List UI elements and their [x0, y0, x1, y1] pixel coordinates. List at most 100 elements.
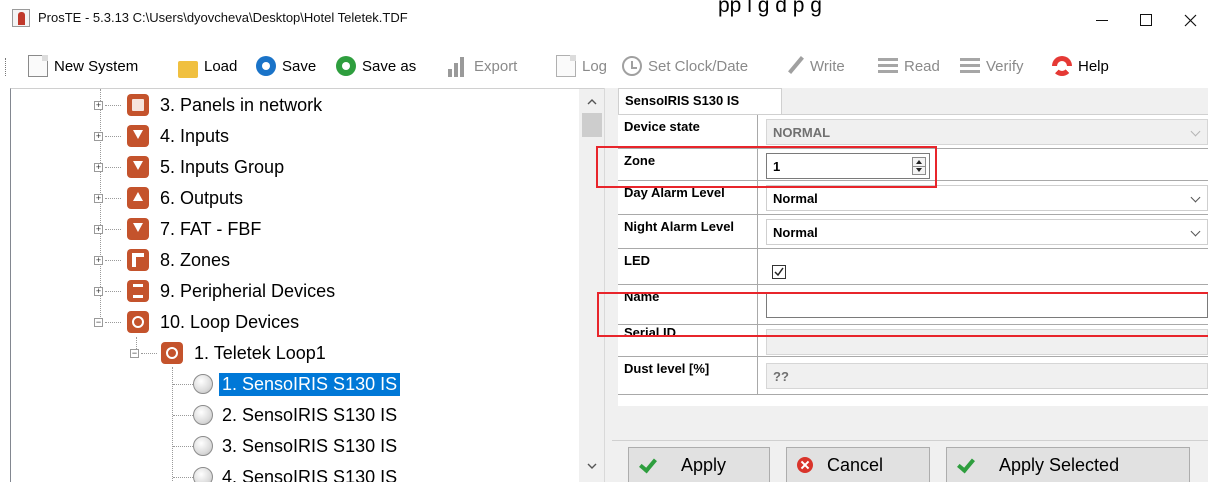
expand-icon[interactable]: + — [94, 101, 103, 110]
property-row-device-state: Device state NORMAL — [618, 115, 1208, 149]
scroll-thumb[interactable] — [582, 113, 602, 137]
tree-node-inputs-group[interactable]: + 5. Inputs Group — [93, 152, 287, 182]
tree-node-label: 3. Panels in network — [160, 94, 323, 115]
tree-node-label: 3. SensoIRIS S130 IS — [222, 435, 398, 456]
property-row-dust-level: Dust level [%] ?? — [618, 357, 1208, 395]
device-state-value: NORMAL — [773, 124, 831, 140]
overlay-annotation-text: pp l g d p g — [718, 0, 822, 17]
property-name: Device state — [618, 115, 758, 148]
new-document-icon — [28, 55, 48, 77]
verify-icon — [960, 55, 980, 77]
day-alarm-level-value: Normal — [773, 190, 818, 206]
new-system-label: New System — [54, 57, 139, 75]
close-icon — [1184, 14, 1196, 26]
cancel-button[interactable]: Cancel — [786, 447, 930, 482]
tree-connector — [105, 260, 121, 261]
tab-device-properties[interactable]: SensoIRIS S130 IS — [618, 88, 782, 114]
loop-icon — [161, 342, 183, 364]
save-button[interactable]: Save — [256, 52, 316, 80]
verify-button[interactable]: Verify — [960, 52, 1024, 80]
help-button[interactable]: Help — [1052, 52, 1109, 80]
expand-icon[interactable]: + — [94, 163, 103, 172]
tree-node-inputs[interactable]: + 4. Inputs — [93, 121, 232, 151]
outputs-icon — [127, 187, 149, 209]
tree-node-teletek-loop1[interactable]: − 1. Teletek Loop1 — [129, 338, 329, 368]
apply-button[interactable]: Apply — [628, 447, 770, 482]
checkmark-icon — [957, 456, 975, 474]
maximize-icon — [1140, 14, 1152, 26]
save-as-button[interactable]: Save as — [336, 52, 416, 80]
expand-icon[interactable]: + — [94, 194, 103, 203]
tree-connector — [173, 384, 193, 385]
pen-icon — [786, 55, 804, 77]
read-label: Read — [904, 57, 940, 75]
save-as-label: Save as — [362, 57, 417, 75]
collapse-icon[interactable]: − — [94, 318, 103, 327]
expand-icon[interactable]: + — [94, 225, 103, 234]
chevron-down-icon — [1190, 192, 1201, 203]
night-alarm-level-select[interactable]: Normal — [766, 219, 1208, 245]
inputs-icon — [127, 125, 149, 147]
window-title: ProsTE - 5.3.13 C:\Users\dyovcheva\Deskt… — [38, 10, 408, 25]
tree-node-zones[interactable]: + 8. Zones — [93, 245, 233, 275]
tree-node-label: 6. Outputs — [160, 187, 244, 208]
tree-connector — [105, 198, 121, 199]
apply-selected-button[interactable]: Apply Selected — [946, 447, 1190, 482]
tree-node-device-2[interactable]: 2. SensoIRIS S130 IS — [173, 400, 400, 430]
load-button[interactable]: Load — [178, 52, 237, 80]
tree-node-loop-devices[interactable]: − 10. Loop Devices — [93, 307, 302, 337]
dust-level-value: ?? — [773, 368, 789, 384]
tree-connector — [173, 446, 193, 447]
property-row-led: LED — [618, 249, 1208, 285]
property-name: Dust level [%] — [618, 357, 758, 394]
log-button[interactable]: Log — [556, 52, 607, 80]
tree-connector — [105, 291, 121, 292]
apply-label: Apply — [681, 454, 727, 475]
tree-connector — [173, 477, 193, 478]
lifebuoy-icon — [1052, 56, 1072, 76]
collapse-icon[interactable]: − — [130, 349, 139, 358]
read-button[interactable]: Read — [878, 52, 940, 80]
tree-connector — [105, 229, 121, 230]
expand-icon[interactable]: + — [94, 132, 103, 141]
expand-icon[interactable]: + — [94, 287, 103, 296]
scroll-up-icon[interactable] — [587, 97, 597, 107]
tree-connector — [105, 136, 121, 137]
toolbar-grip[interactable] — [5, 58, 8, 76]
panels-icon — [127, 94, 149, 116]
tree-node-device-4[interactable]: 4. SensoIRIS S130 IS — [173, 462, 400, 482]
led-checkbox[interactable] — [772, 265, 786, 279]
tree-node-fat-fbf[interactable]: + 7. FAT - FBF — [93, 214, 264, 244]
new-system-button[interactable]: New System — [28, 52, 138, 80]
chevron-down-icon — [1190, 226, 1201, 237]
tree-node-label: 7. FAT - FBF — [160, 218, 262, 239]
tree-node-peripherial-devices[interactable]: + 9. Peripherial Devices — [93, 276, 338, 306]
folder-icon — [178, 60, 198, 78]
set-clock-date-button[interactable]: Set Clock/Date — [622, 52, 748, 80]
tree-node-label: 2. SensoIRIS S130 IS — [222, 404, 398, 425]
expand-icon[interactable]: + — [94, 256, 103, 265]
save-as-green-icon — [336, 56, 356, 76]
system-tree: + 3. Panels in network + 4. Inputs + 5. … — [10, 88, 604, 482]
detector-icon — [193, 374, 213, 394]
tree-node-panels-in-network[interactable]: + 3. Panels in network — [93, 90, 325, 120]
write-button[interactable]: Write — [786, 52, 845, 80]
tree-connector — [105, 322, 121, 323]
tree-node-label: 4. Inputs — [160, 125, 230, 146]
scroll-down-icon[interactable] — [587, 461, 597, 471]
tree-node-outputs[interactable]: + 6. Outputs — [93, 183, 246, 213]
minimize-icon — [1096, 19, 1108, 21]
close-button[interactable] — [1172, 6, 1208, 34]
save-blue-icon — [256, 56, 276, 76]
action-bar: Apply Cancel Apply Selected — [612, 440, 1208, 482]
export-button[interactable]: Export — [448, 52, 517, 80]
maximize-button[interactable] — [1128, 6, 1164, 34]
tree-node-label: 10. Loop Devices — [160, 311, 300, 332]
app-logo-icon — [12, 9, 30, 27]
property-name: Night Alarm Level — [618, 215, 758, 248]
day-alarm-level-select[interactable]: Normal — [766, 185, 1208, 211]
tree-node-device-3[interactable]: 3. SensoIRIS S130 IS — [173, 431, 400, 461]
minimize-button[interactable] — [1084, 6, 1120, 34]
cancel-icon — [797, 457, 813, 473]
tree-node-device-1[interactable]: 1. SensoIRIS S130 IS — [173, 369, 401, 399]
